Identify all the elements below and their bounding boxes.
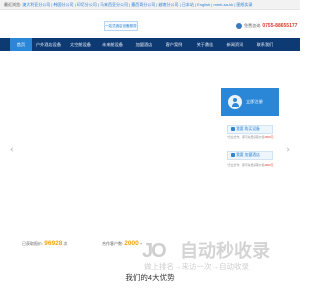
stat-clients-label: 合作客户数	[102, 241, 122, 246]
buy-equipment-button[interactable]: 我要 购买设备	[227, 125, 273, 134]
brand-box[interactable]: 一站式酒店设备服务商	[104, 21, 138, 31]
stat-quotes-value: 96928	[44, 240, 63, 247]
branch-links[interactable]: 澳大利亚分公司 | 韩国分公司 | 印尼分公司 | 马来西亚分公司 | 墨西哥分…	[22, 2, 252, 7]
nav-item-future[interactable]: 未来舱设备	[98, 38, 127, 51]
nav-item-cases[interactable]: 客户案例	[161, 38, 187, 51]
cart-icon	[231, 127, 235, 131]
register-label: 立即注册	[246, 99, 263, 104]
buy-note-text: *企业合作，即可免费获取价值	[227, 135, 265, 139]
header: 一站式酒店设备服务商 免费咨询: 0755-88655177	[0, 10, 300, 38]
watermark-logo: JO	[142, 240, 167, 262]
stat-quotes-unit: 次	[63, 241, 68, 246]
hotline: 免费咨询: 0755-88655177	[236, 22, 297, 30]
stat-quotes: 已获取报价: 96928 次	[22, 240, 68, 247]
nav-item-home[interactable]: 首页	[10, 38, 32, 51]
stat-clients: 合作客户数: 2000 +	[102, 240, 143, 247]
nav-item-news[interactable]: 新闻资讯	[222, 38, 248, 51]
hotline-label: 免费咨询:	[244, 23, 262, 28]
phone-icon	[236, 22, 242, 29]
hotline-number[interactable]: 0755-88655177	[262, 23, 297, 29]
nav-item-outdoor[interactable]: 户外酒店设备	[33, 38, 64, 51]
watermark-title: 自动秒收录	[180, 241, 270, 261]
chevron-left-icon[interactable]	[10, 147, 15, 152]
recent-visits-label: 最近浏览:	[4, 2, 22, 7]
buy-note: *企业合作，即可免费获取价值2800元	[227, 135, 275, 140]
nav-item-about[interactable]: 关于鼎佳	[192, 38, 218, 51]
hotel-icon	[231, 153, 235, 157]
join-hotel-button[interactable]: 我要 加盟酒店	[227, 151, 273, 160]
signup-panel: 立即注册 我要 购买设备 *企业合作，即可免费获取价值2800元 我要 加盟酒店…	[221, 88, 279, 178]
stat-clients-value: 2000	[124, 240, 139, 247]
stat-quotes-label: 已获取报价	[22, 241, 42, 246]
join-note-text: *企业合作，即可免费获取价值	[227, 163, 265, 167]
nav-item-contact[interactable]: 联系我们	[252, 38, 278, 51]
top-bar: 最近浏览: 澳大利亚分公司 | 韩国分公司 | 印尼分公司 | 马来西亚分公司 …	[0, 0, 300, 10]
user-icon	[228, 95, 242, 109]
watermark-subtitle: 做上排名→来访一次→自动收录	[144, 262, 249, 271]
nav-item-franchise[interactable]: 加盟酒店	[131, 38, 157, 51]
chevron-right-icon[interactable]	[285, 147, 290, 152]
buy-equipment-label: 我要 购买设备	[236, 127, 260, 131]
section-title: 我们的4大优势	[125, 273, 175, 282]
panel-header[interactable]: 立即注册	[221, 88, 279, 116]
buy-note-amount: 2800元	[264, 135, 274, 139]
nav-item-capsule[interactable]: 太空舱设备	[66, 38, 95, 51]
join-note-amount: 2800元	[264, 163, 274, 167]
topbar-content: 最近浏览: 澳大利亚分公司 | 韩国分公司 | 印尼分公司 | 马来西亚分公司 …	[4, 1, 253, 9]
main-nav: 首页 户外酒店设备 太空舱设备 未来舱设备 加盟酒店 客户案例 关于鼎佳 新闻资…	[0, 38, 300, 51]
join-note: *企业合作，即可免费获取价值2800元	[227, 163, 275, 168]
join-hotel-label: 我要 加盟酒店	[236, 153, 260, 157]
